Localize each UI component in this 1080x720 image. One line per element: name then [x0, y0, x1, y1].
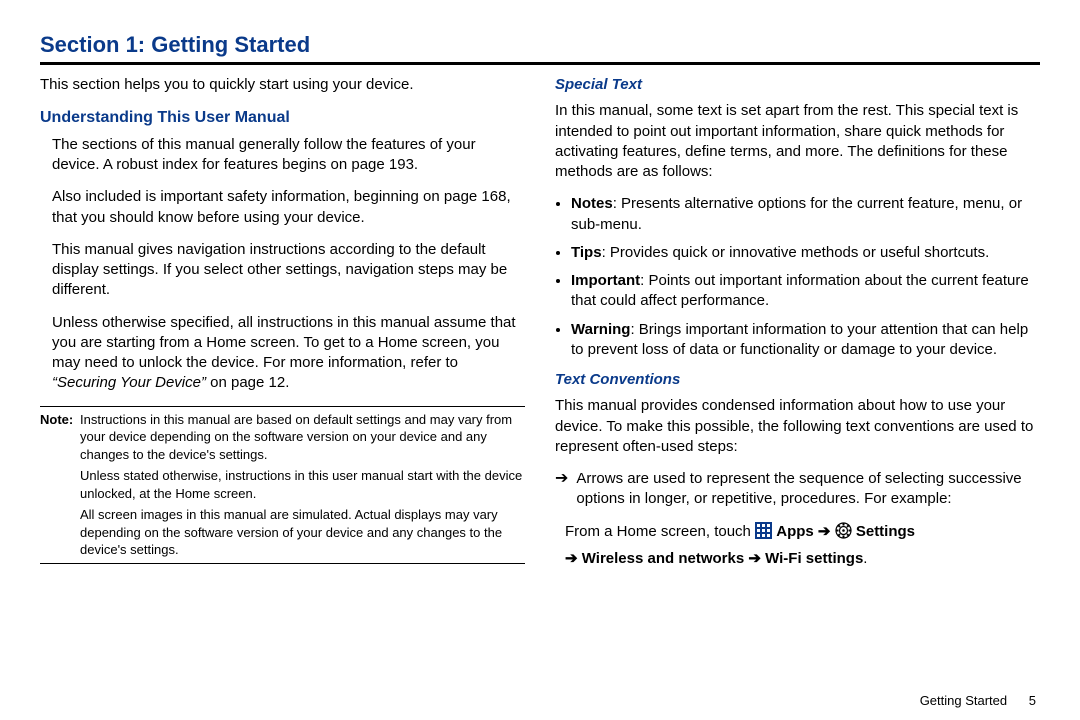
bullet-text-tips: : Provides quick or innovative methods o… [602, 244, 990, 261]
note-label: Note: [40, 411, 74, 464]
bullet-text-warning: : Brings important information to your a… [571, 321, 1028, 358]
note-text-2: Unless stated otherwise, instructions in… [80, 467, 525, 502]
heading-text-conventions: Text Conventions [555, 370, 1040, 390]
arrow-item: ➔ Arrows are used to represent the seque… [555, 469, 1040, 510]
note-divider-bottom [40, 563, 525, 564]
heading-special-text: Special Text [555, 75, 1040, 95]
wireless-label: Wireless and networks [582, 550, 744, 567]
para-homescreen: Unless otherwise specified, all instruct… [52, 313, 525, 394]
note-block: Note: Instructions in this manual are ba… [40, 406, 525, 564]
note-text-1: Instructions in this manual are based on… [80, 411, 525, 464]
ref-securing: “Securing Your Device” [52, 374, 206, 391]
note-spacer-2 [40, 506, 74, 559]
note-text-3: All screen images in this manual are sim… [80, 506, 525, 559]
note-row-3: All screen images in this manual are sim… [40, 506, 525, 559]
special-text-list: Notes: Presents alternative options for … [555, 194, 1040, 360]
arrow-icon: ➔ [555, 469, 568, 510]
bullet-lead-important: Important [571, 272, 640, 289]
right-column: Special Text In this manual, some text i… [555, 75, 1040, 573]
arrow-2: ➔ [565, 550, 578, 567]
settings-gear-icon [835, 522, 852, 547]
note-row-2: Unless stated otherwise, instructions in… [40, 467, 525, 502]
bullet-warning: Warning: Brings important information to… [571, 320, 1040, 361]
para-homescreen-a: Unless otherwise specified, all instruct… [52, 314, 516, 372]
page-number: 5 [1029, 693, 1036, 708]
page: Section 1: Getting Started This section … [0, 0, 1080, 720]
wifi-label: Wi-Fi settings [765, 550, 863, 567]
divider-top [40, 62, 1040, 65]
page-footer: Getting Started 5 [920, 693, 1036, 708]
note-divider-top [40, 406, 525, 407]
apps-label: Apps [776, 523, 814, 540]
para-homescreen-b: on page 12. [206, 374, 289, 391]
para-safety: Also included is important safety inform… [52, 187, 525, 228]
footer-text: Getting Started [920, 693, 1007, 708]
bullet-lead-warning: Warning [571, 321, 630, 338]
section-title: Section 1: Getting Started [40, 32, 1040, 58]
apps-grid-icon [755, 522, 772, 547]
arrow-3: ➔ [748, 550, 761, 567]
text-conventions-para: This manual provides condensed informati… [555, 396, 1040, 457]
special-text-para: In this manual, some text is set apart f… [555, 101, 1040, 182]
arrow-text: Arrows are used to represent the sequenc… [576, 469, 1040, 510]
arrow-1: ➔ [818, 523, 831, 540]
bullet-text-important: : Points out important information about… [571, 272, 1029, 309]
note-row-1: Note: Instructions in this manual are ba… [40, 411, 525, 464]
para-features: The sections of this manual generally fo… [52, 135, 525, 176]
two-column-layout: This section helps you to quickly start … [40, 75, 1040, 573]
para-navigation: This manual gives navigation instruction… [52, 240, 525, 301]
heading-understanding: Understanding This User Manual [40, 107, 525, 129]
left-column: This section helps you to quickly start … [40, 75, 525, 573]
bullet-notes: Notes: Presents alternative options for … [571, 194, 1040, 235]
bullet-important: Important: Points out important informat… [571, 271, 1040, 312]
bullet-tips: Tips: Provides quick or innovative metho… [571, 243, 1040, 263]
intro-text: This section helps you to quickly start … [40, 75, 525, 95]
settings-label: Settings [856, 523, 915, 540]
example-sequence: From a Home screen, touch [565, 520, 1040, 571]
bullet-text-notes: : Presents alternative options for the c… [571, 195, 1022, 232]
example-period: . [863, 550, 867, 567]
bullet-lead-tips: Tips [571, 244, 602, 261]
example-prefix: From a Home screen, touch [565, 523, 755, 540]
note-spacer [40, 467, 74, 502]
bullet-lead-notes: Notes [571, 195, 613, 212]
